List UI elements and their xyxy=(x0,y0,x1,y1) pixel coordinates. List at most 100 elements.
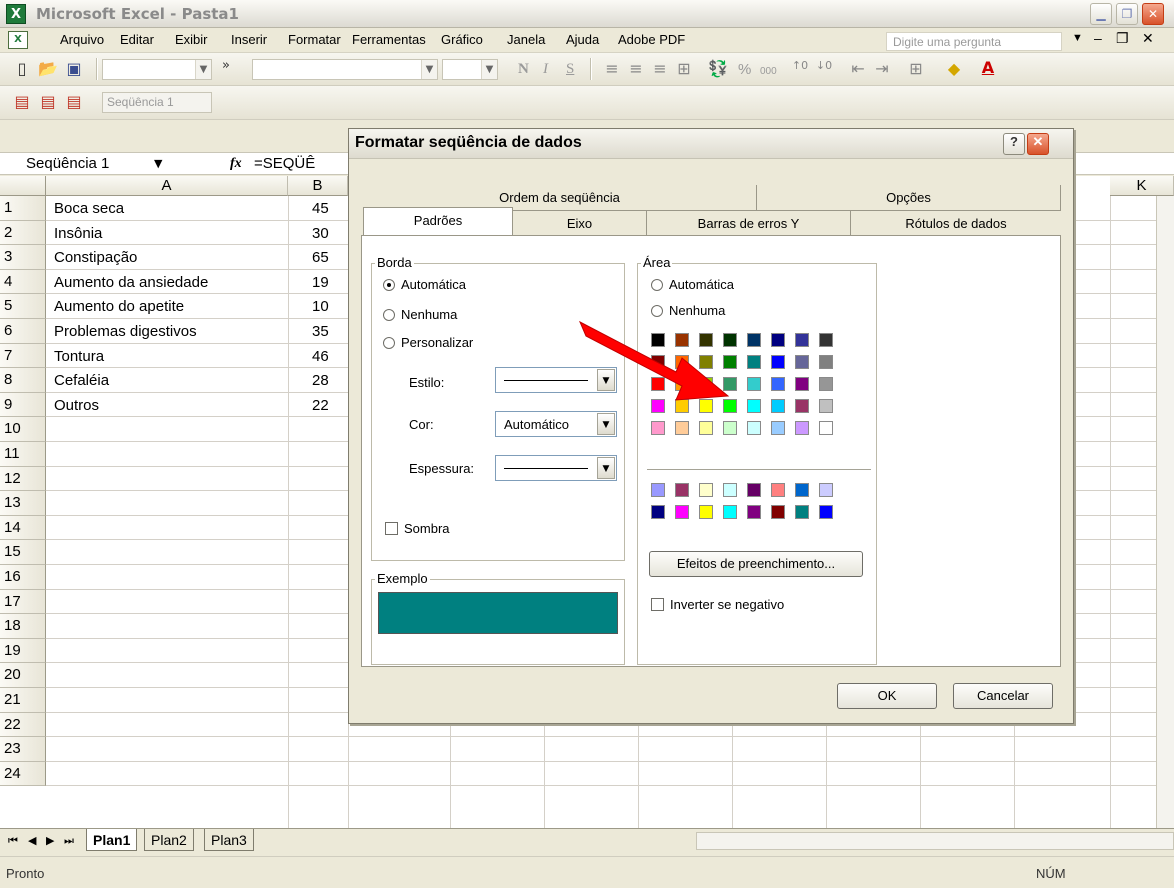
color-swatch[interactable] xyxy=(747,355,761,369)
excel-icon[interactable]: X xyxy=(6,4,26,24)
sombra-checkbox[interactable]: Sombra xyxy=(385,521,450,536)
chevron-down-icon[interactable]: ▼ xyxy=(597,457,615,479)
align-left-icon[interactable]: ≡ xyxy=(602,59,622,79)
cell-value[interactable]: 45 xyxy=(312,197,329,221)
font-size-combo[interactable]: ▼ xyxy=(442,59,498,80)
chevron-down-icon[interactable]: ▼ xyxy=(195,60,211,79)
borda-automatica-radio[interactable]: Automática xyxy=(383,277,466,292)
help-icon[interactable]: ? xyxy=(1003,133,1025,155)
row-header[interactable]: 24 xyxy=(0,761,46,787)
cell-label[interactable]: Aumento da ansiedade xyxy=(54,271,208,295)
menu-arquivo[interactable]: Arquivo xyxy=(60,32,104,47)
pdf-email-icon[interactable]: ▤ xyxy=(38,92,58,112)
pdf-review-icon[interactable]: ▤ xyxy=(64,92,84,112)
area-automatica-radio[interactable]: Automática xyxy=(651,277,734,292)
color-swatch[interactable] xyxy=(795,399,809,413)
row-header[interactable]: 18 xyxy=(0,614,46,639)
cell-label[interactable]: Constipação xyxy=(54,246,137,270)
more-buttons-icon[interactable]: » xyxy=(216,58,236,78)
ask-question-input[interactable]: Digite uma pergunta xyxy=(886,32,1062,51)
row-header[interactable]: 20 xyxy=(0,663,46,688)
tab-eixo[interactable]: Eixo xyxy=(513,211,647,237)
cell-label[interactable]: Problemas digestivos xyxy=(54,320,197,344)
tab-padroes[interactable]: Padrões xyxy=(363,207,513,235)
cell-value[interactable]: 30 xyxy=(312,222,329,246)
row-header[interactable]: 1 xyxy=(0,196,46,221)
decrease-decimal-icon[interactable]: ↓0 xyxy=(814,59,834,79)
menu-janela[interactable]: Janela xyxy=(507,32,545,47)
open-folder-icon[interactable]: 📂 xyxy=(38,59,58,79)
color-swatch[interactable] xyxy=(723,505,737,519)
menu-ajuda[interactable]: Ajuda xyxy=(566,32,599,47)
formula-input[interactable]: =SEQÜÊ xyxy=(254,154,315,174)
row-header[interactable]: 7 xyxy=(0,343,46,369)
color-swatch[interactable] xyxy=(675,421,689,435)
row-header[interactable]: 9 xyxy=(0,392,46,418)
color-swatch[interactable] xyxy=(819,505,833,519)
font-color-icon[interactable]: A xyxy=(978,58,998,78)
color-swatch[interactable] xyxy=(747,377,761,391)
color-swatch[interactable] xyxy=(651,421,665,435)
menu-ferramentas[interactable]: Ferramentas xyxy=(352,32,426,47)
cell-label[interactable]: Cefaléia xyxy=(54,369,109,393)
sheet-tab-plan3[interactable]: Plan3 xyxy=(204,829,254,851)
increase-decimal-icon[interactable]: ↑0 xyxy=(790,59,810,79)
color-swatch[interactable] xyxy=(771,505,785,519)
column-header-b[interactable]: B xyxy=(288,176,348,196)
prev-sheet-icon[interactable]: ◀ xyxy=(28,834,36,847)
underline-button[interactable]: S xyxy=(566,61,574,78)
workbook-icon[interactable]: X xyxy=(8,31,28,49)
align-right-icon[interactable]: ≡ xyxy=(650,59,670,79)
save-icon[interactable]: ▣ xyxy=(64,59,84,79)
row-header[interactable]: 8 xyxy=(0,368,46,393)
chevron-down-icon[interactable]: ▼ xyxy=(421,60,437,79)
column-header-k[interactable]: K xyxy=(1110,176,1174,196)
color-swatch[interactable] xyxy=(771,421,785,435)
row-header[interactable]: 6 xyxy=(0,319,46,344)
decrease-indent-icon[interactable]: ⇤ xyxy=(848,59,868,79)
row-header[interactable]: 13 xyxy=(0,491,46,516)
italic-button[interactable]: I xyxy=(543,61,548,78)
color-swatch[interactable] xyxy=(651,483,665,497)
color-swatch[interactable] xyxy=(819,399,833,413)
color-swatch[interactable] xyxy=(819,355,833,369)
row-header[interactable]: 3 xyxy=(0,245,46,270)
color-swatch[interactable] xyxy=(771,399,785,413)
tab-barras-erros-y[interactable]: Barras de erros Y xyxy=(647,211,851,237)
bold-button[interactable]: N xyxy=(518,61,529,78)
borda-nenhuma-radio[interactable]: Nenhuma xyxy=(383,307,457,322)
color-swatch[interactable] xyxy=(819,421,833,435)
row-header[interactable]: 2 xyxy=(0,220,46,246)
color-swatch[interactable] xyxy=(771,333,785,347)
tab-opcoes[interactable]: Opções xyxy=(757,185,1061,211)
borders-icon[interactable]: ⊞ xyxy=(906,59,926,79)
borda-personalizar-radio[interactable]: Personalizar xyxy=(383,335,473,350)
cell-label[interactable]: Insônia xyxy=(54,222,102,246)
row-header[interactable]: 16 xyxy=(0,565,46,590)
color-swatch[interactable] xyxy=(795,505,809,519)
next-sheet-icon[interactable]: ▶ xyxy=(46,834,54,847)
inverter-checkbox[interactable]: Inverter se negativo xyxy=(651,597,784,612)
color-swatch[interactable] xyxy=(771,483,785,497)
row-header[interactable]: 12 xyxy=(0,466,46,492)
row-header[interactable]: 5 xyxy=(0,294,46,319)
color-swatch[interactable] xyxy=(795,355,809,369)
fill-color-icon[interactable]: ◆ xyxy=(944,59,964,79)
color-swatch[interactable] xyxy=(771,377,785,391)
color-swatch[interactable] xyxy=(723,421,737,435)
row-header[interactable]: 21 xyxy=(0,688,46,713)
color-swatch[interactable] xyxy=(747,505,761,519)
row-header[interactable]: 23 xyxy=(0,737,46,762)
doc-minimize-icon[interactable]: ‒ xyxy=(1094,30,1102,46)
thousands-button[interactable]: 000 xyxy=(760,66,777,77)
align-center-icon[interactable]: ≡ xyxy=(626,59,646,79)
color-swatch[interactable] xyxy=(747,421,761,435)
ok-button[interactable]: OK xyxy=(837,683,937,709)
minimize-icon[interactable]: ▁ xyxy=(1090,3,1112,25)
color-swatch[interactable] xyxy=(699,421,713,435)
cell-value[interactable]: 46 xyxy=(312,345,329,369)
cell-value[interactable]: 28 xyxy=(312,369,329,393)
cancel-button[interactable]: Cancelar xyxy=(953,683,1053,709)
merge-center-icon[interactable]: ⊞ xyxy=(674,59,694,79)
cor-select[interactable]: Automático ▼ xyxy=(495,411,617,437)
